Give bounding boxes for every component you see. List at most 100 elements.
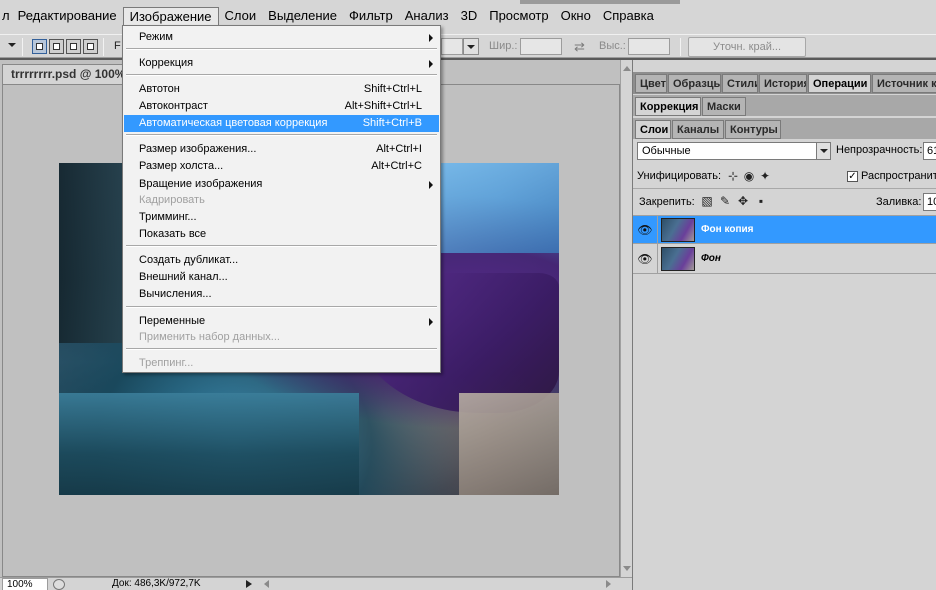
new-selection-icon[interactable] xyxy=(32,39,47,54)
menu-item-apply-image[interactable]: Внешний канал... xyxy=(124,269,439,286)
menu-item-image-rotation[interactable]: Вращение изображения xyxy=(124,176,439,193)
menu-item-canvas-size[interactable]: Размер холста... Alt+Ctrl+C xyxy=(124,158,439,175)
unify-style-icon[interactable]: ✦ xyxy=(758,169,772,183)
style-select[interactable] xyxy=(441,38,463,55)
tab-history[interactable]: История xyxy=(759,74,807,93)
menu-3d[interactable]: 3D xyxy=(455,7,484,27)
menu-item-auto-color[interactable]: Автоматическая цветовая коррекция Shift+… xyxy=(124,115,439,132)
menu-item-duplicate[interactable]: Создать дубликат... xyxy=(124,252,439,269)
zoom-field[interactable]: 100% xyxy=(2,578,48,590)
tab-clone-source[interactable]: Источник кл xyxy=(872,74,936,93)
menu-image[interactable]: Изображение xyxy=(122,7,219,27)
opacity-field[interactable]: 61 xyxy=(923,142,936,160)
tab-layers[interactable]: Слои xyxy=(635,120,671,139)
scroll-up-icon[interactable] xyxy=(623,66,631,71)
move-icon[interactable]: ✥ xyxy=(736,194,750,208)
layer-thumbnail xyxy=(661,218,695,242)
layer-thumbnail xyxy=(661,247,695,271)
propagate-label: Распространить xyxy=(861,170,936,182)
menu-filter[interactable]: Фильтр xyxy=(343,7,399,27)
tab-styles[interactable]: Стили xyxy=(722,74,758,93)
menu-window[interactable]: Окно xyxy=(555,7,597,27)
eye-icon[interactable]: 👁 xyxy=(637,251,653,267)
subtract-selection-icon[interactable] xyxy=(66,39,81,54)
menu-item-trap: Треппинг... xyxy=(139,357,194,369)
tab-channels[interactable]: Каналы xyxy=(672,120,724,139)
menu-item-auto-tone[interactable]: Автотон Shift+Ctrl+L xyxy=(124,81,439,98)
menu-item-reveal-all[interactable]: Показать все xyxy=(124,226,439,243)
tab-actions[interactable]: Операции xyxy=(808,74,871,93)
lock-transparent-icon[interactable]: ▧ xyxy=(700,194,714,208)
layer-name: Фон копия xyxy=(701,224,754,235)
tab-adjustments[interactable]: Коррекция xyxy=(635,97,701,116)
menu-view[interactable]: Просмотр xyxy=(483,7,554,27)
menu-analysis[interactable]: Анализ xyxy=(399,7,455,27)
tool-preset-dropdown-icon[interactable] xyxy=(8,43,16,47)
vertical-scrollbar[interactable] xyxy=(620,60,632,577)
tab-swatches[interactable]: Образцы xyxy=(668,74,721,93)
swap-icon[interactable]: ⇄ xyxy=(574,39,585,55)
status-menu-arrow-icon[interactable] xyxy=(246,580,252,588)
menu-file-partial[interactable]: л xyxy=(0,7,12,27)
tab-color[interactable]: Цвет xyxy=(635,74,667,93)
image-sky xyxy=(439,163,559,253)
blend-mode-value: Обычные xyxy=(642,145,691,157)
fill-label: Заливка: xyxy=(876,196,922,208)
refine-edge-button[interactable]: Уточн. край... xyxy=(688,37,806,57)
brush-icon[interactable]: ✎ xyxy=(718,194,732,208)
menu-layers[interactable]: Слои xyxy=(219,7,263,27)
opacity-label: Непрозрачность: xyxy=(836,144,923,156)
scroll-right-icon[interactable] xyxy=(606,580,611,588)
menu-item-auto-contrast[interactable]: Автоконтраст Alt+Shift+Ctrl+L xyxy=(124,98,439,115)
menu-edit[interactable]: Редактирование xyxy=(12,7,123,27)
menu-separator xyxy=(126,245,437,247)
window-edge xyxy=(520,0,680,4)
width-label: Шир.: xyxy=(489,40,518,52)
menu-item-adjustments[interactable]: Коррекция xyxy=(124,55,439,72)
lock-label: Закрепить: xyxy=(639,196,695,208)
fill-field[interactable]: 10 xyxy=(923,193,936,211)
propagate-checkbox[interactable]: ✓ xyxy=(847,171,858,182)
document-tab[interactable]: trrrrrrrr.psd @ 100% xyxy=(2,64,130,84)
menu-select[interactable]: Выделение xyxy=(262,7,343,27)
menu-item-trim[interactable]: Тримминг... xyxy=(124,209,439,226)
status-bar: 100% Док: 486,3K/972,7K xyxy=(0,577,632,590)
menu-help[interactable]: Справка xyxy=(597,7,660,27)
zoom-icon[interactable] xyxy=(53,579,65,590)
tab-paths[interactable]: Контуры xyxy=(725,120,781,139)
menu-item-mode[interactable]: Режим xyxy=(124,29,439,46)
chevron-right-icon xyxy=(429,181,433,189)
blend-mode-select[interactable]: Обычные xyxy=(637,142,831,160)
style-dropdown-icon[interactable] xyxy=(463,38,479,55)
divider xyxy=(633,188,936,189)
divider xyxy=(680,38,681,56)
panels-dock: Цвет Образцы Стили История Операции Исто… xyxy=(632,60,936,590)
divider xyxy=(103,38,104,56)
lock-icon[interactable]: ▪ xyxy=(754,194,768,208)
tab-masks[interactable]: Маски xyxy=(702,97,746,116)
chevron-down-icon[interactable] xyxy=(816,143,830,159)
menu-item-calculations[interactable]: Вычисления... xyxy=(124,286,439,303)
divider xyxy=(22,38,23,56)
chevron-right-icon xyxy=(429,34,433,42)
width-field[interactable] xyxy=(520,38,562,55)
menu-separator xyxy=(126,134,437,136)
menu-item-crop: Кадрировать xyxy=(139,194,205,206)
image-menu: Режим Коррекция Автотон Shift+Ctrl+L Авт… xyxy=(122,25,441,373)
scroll-down-icon[interactable] xyxy=(623,566,631,571)
unify-position-icon[interactable]: ⊹ xyxy=(726,169,740,183)
scroll-left-icon[interactable] xyxy=(264,580,269,588)
menu-separator xyxy=(126,348,437,350)
menu-item-variables[interactable]: Переменные xyxy=(124,313,439,330)
unify-visibility-icon[interactable]: ◉ xyxy=(742,169,756,183)
height-field[interactable] xyxy=(628,38,670,55)
intersect-selection-icon[interactable] xyxy=(83,39,98,54)
menu-item-image-size[interactable]: Размер изображения... Alt+Ctrl+I xyxy=(124,141,439,158)
doc-info: Док: 486,3K/972,7K xyxy=(112,578,201,589)
layer-row[interactable]: 👁 Фон xyxy=(633,245,936,274)
add-selection-icon[interactable] xyxy=(49,39,64,54)
eye-icon[interactable]: 👁 xyxy=(637,222,653,238)
menu-separator xyxy=(126,74,437,76)
chevron-right-icon xyxy=(429,60,433,68)
layer-row[interactable]: 👁 Фон копия xyxy=(633,215,936,245)
